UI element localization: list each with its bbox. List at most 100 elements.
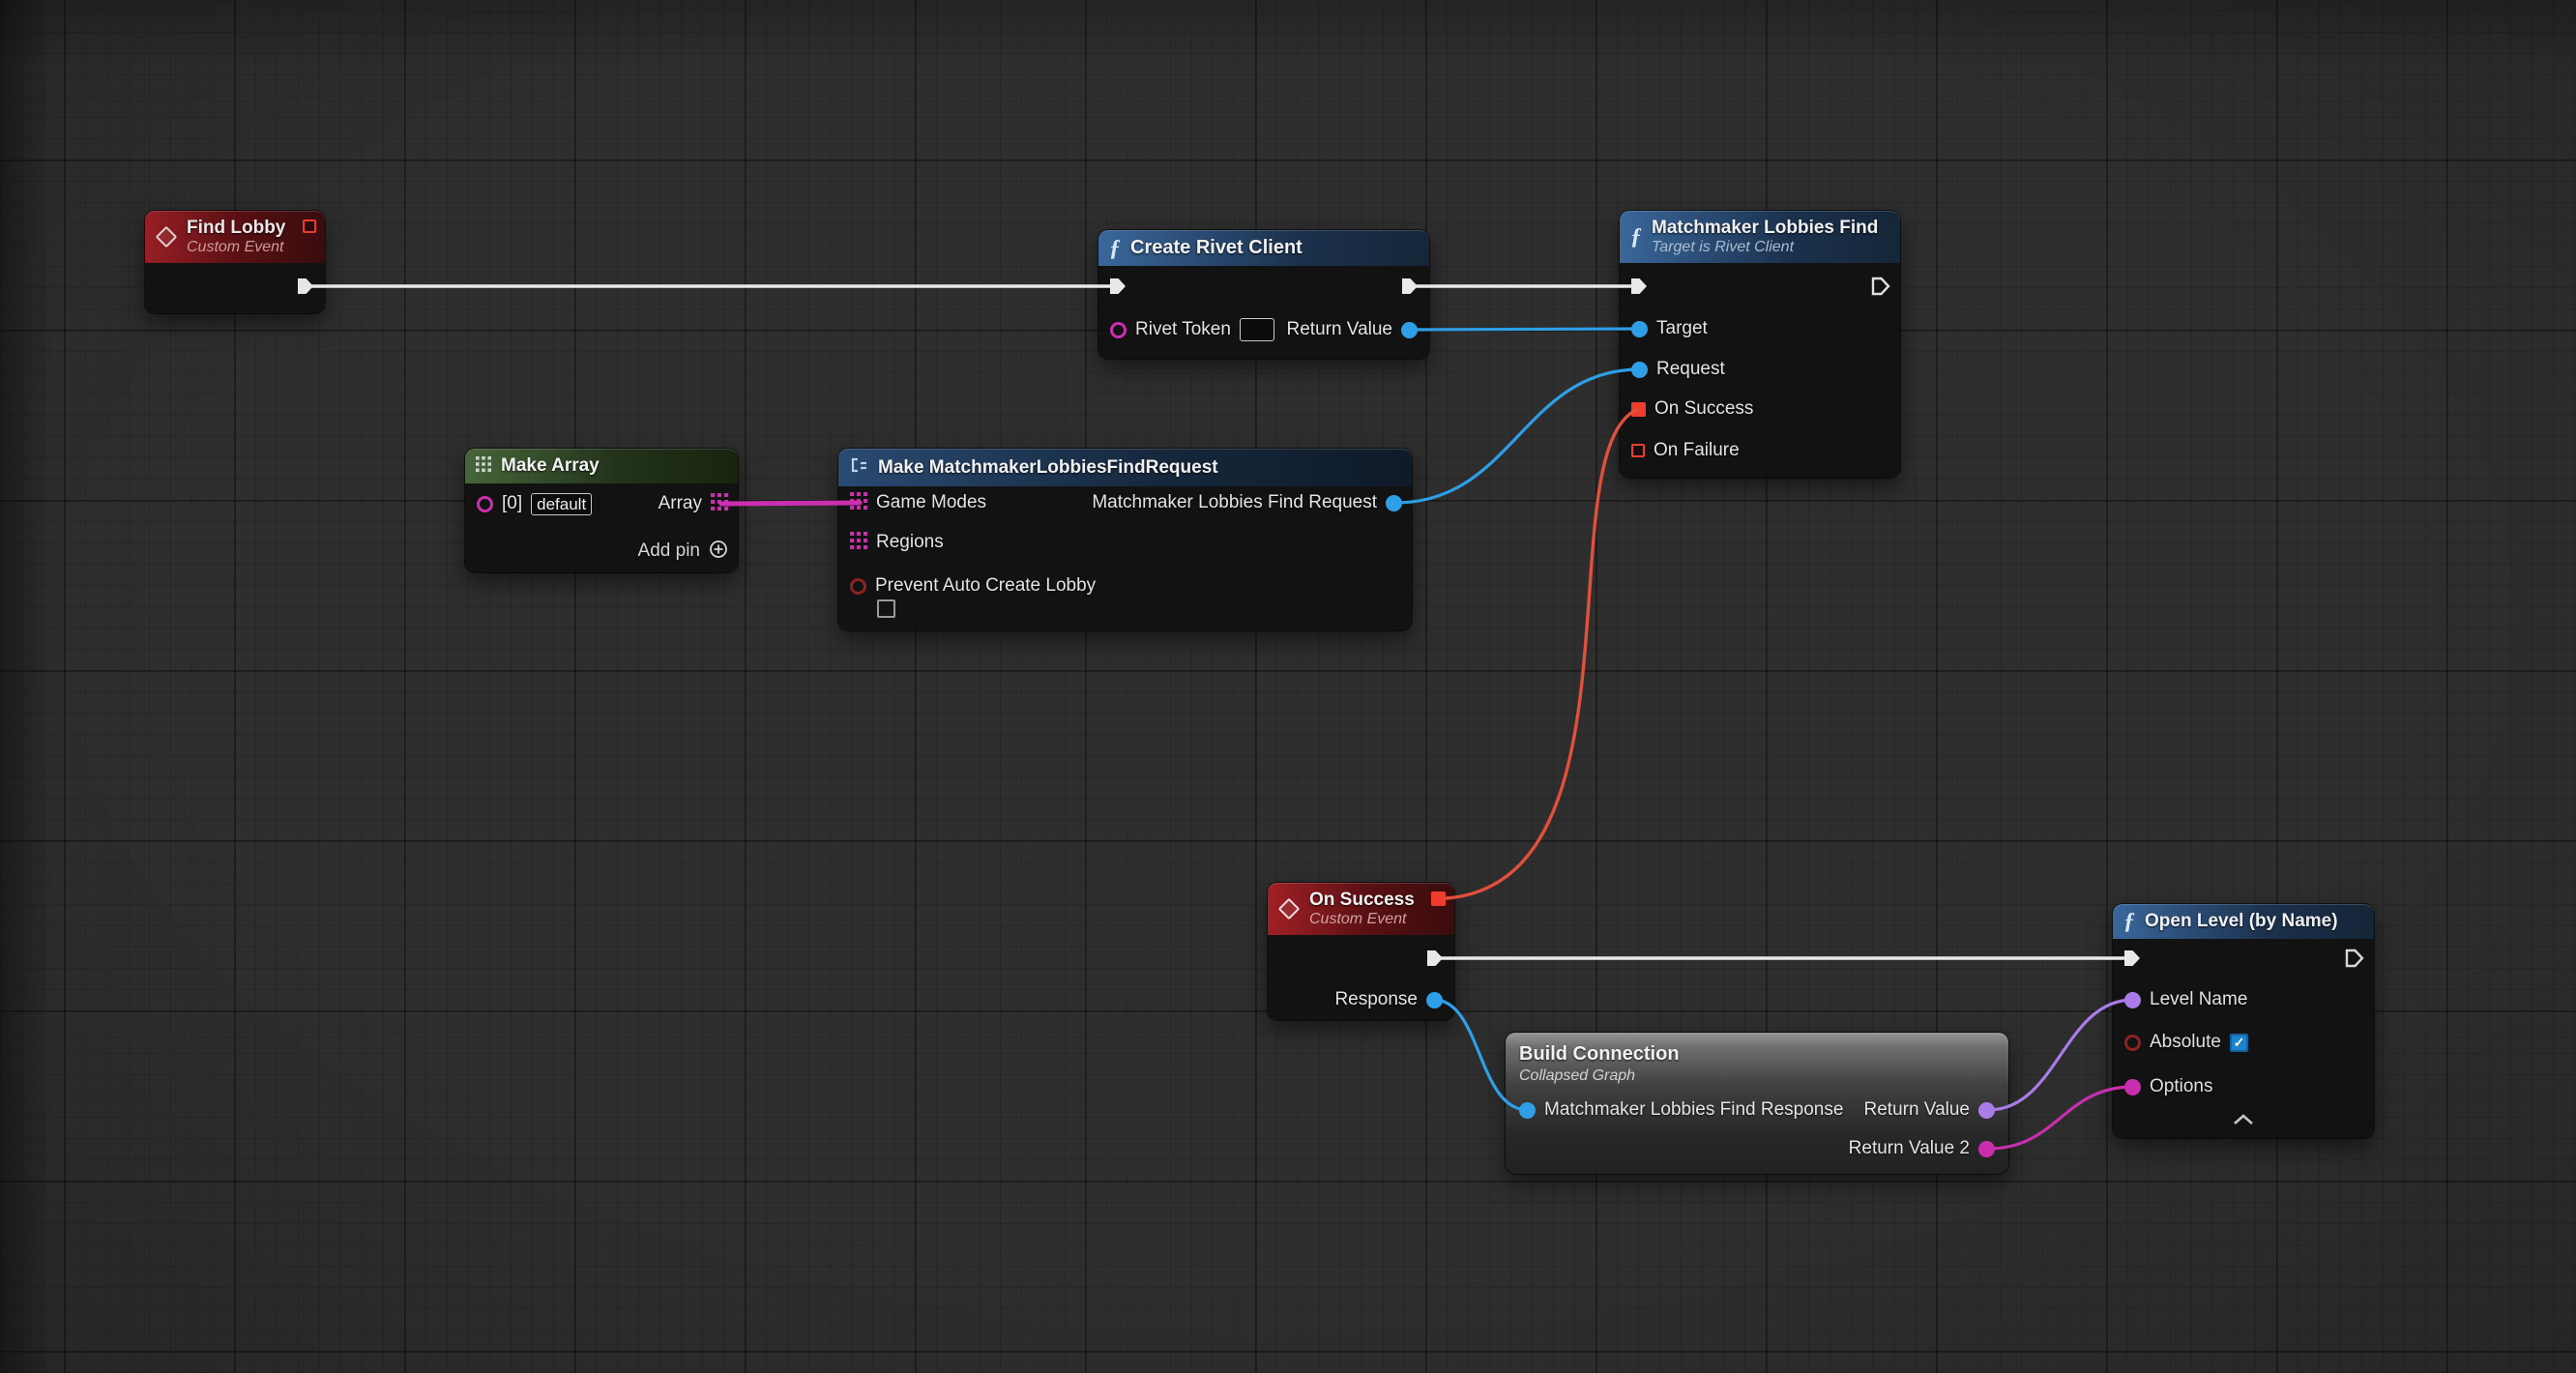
- pin-row-return-value: Return Value: [1287, 317, 1419, 342]
- bool-pin[interactable]: [2124, 1035, 2141, 1051]
- node-find-lobby[interactable]: Find Lobby Custom Event: [145, 211, 325, 313]
- node-build-connection[interactable]: Build Connection Collapsed Graph Matchma…: [1506, 1033, 2008, 1174]
- prevent-checkbox[interactable]: [877, 599, 895, 618]
- delegate-pin[interactable]: [1631, 444, 1645, 457]
- add-pin-icon[interactable]: [709, 540, 728, 564]
- exec-out-pin[interactable]: [1398, 275, 1421, 298]
- string-pin[interactable]: [1978, 1141, 1995, 1157]
- node-create-rivet-client[interactable]: Create Rivet Client Rivet Token Return V…: [1098, 230, 1429, 359]
- node-header[interactable]: Build Connection Collapsed Graph: [1506, 1033, 2008, 1086]
- name-pin[interactable]: [1978, 1102, 1995, 1119]
- pin-label: Return Value 2: [1849, 1138, 1970, 1159]
- pin-label: Options: [2150, 1076, 2212, 1097]
- pin-row-level-name: Level Name: [2124, 987, 2247, 1012]
- object-pin[interactable]: [1631, 362, 1648, 378]
- array-pin[interactable]: [850, 492, 867, 514]
- node-subtitle: Custom Event: [1309, 911, 1415, 928]
- function-icon: [2123, 912, 2135, 931]
- node-make-array[interactable]: Make Array [0] default Array Add pin: [465, 449, 738, 572]
- pin-row-target: Target: [1631, 316, 1708, 341]
- name-pin[interactable]: [2124, 992, 2141, 1008]
- object-pin[interactable]: [1519, 1102, 1536, 1119]
- pin-row-rivet-token: Rivet Token: [1110, 317, 1274, 342]
- pin-label: Level Name: [2150, 989, 2247, 1010]
- add-pin-label: Add pin: [638, 540, 700, 562]
- node-title: Find Lobby: [187, 218, 285, 239]
- array-icon: [476, 456, 491, 477]
- struct-pin[interactable]: [1386, 495, 1402, 511]
- pin-label: Matchmaker Lobbies Find Request: [1092, 492, 1377, 513]
- wire-layer: [0, 0, 2576, 1373]
- wire-delegate-onsuccess[interactable]: [1447, 410, 1636, 898]
- pin-label: [0]: [502, 493, 522, 514]
- node-title: Matchmaker Lobbies Find: [1652, 218, 1878, 239]
- node-header[interactable]: Make MatchmakerLobbiesFindRequest: [838, 449, 1412, 486]
- string-pin[interactable]: [2124, 1079, 2141, 1095]
- exec-out-pin[interactable]: [1869, 275, 1892, 298]
- exec-in-pin[interactable]: [1106, 275, 1129, 298]
- node-matchmaker-lobbies-find[interactable]: Matchmaker Lobbies Find Target is Rivet …: [1620, 211, 1900, 478]
- node-header[interactable]: Open Level (by Name): [2113, 904, 2374, 939]
- exec-in-pin[interactable]: [2121, 947, 2144, 970]
- pin-label: Response: [1334, 989, 1418, 1010]
- pin-label: Matchmaker Lobbies Find Response: [1544, 1099, 1843, 1121]
- add-pin-button[interactable]: Add pin: [638, 539, 728, 564]
- function-icon: [1109, 239, 1121, 258]
- delegate-pin[interactable]: [1631, 402, 1646, 417]
- node-header[interactable]: Find Lobby Custom Event: [145, 211, 325, 263]
- node-subtitle: Custom Event: [187, 239, 285, 256]
- node-title: Build Connection: [1519, 1042, 1995, 1066]
- pin-label: Request: [1656, 359, 1725, 380]
- pin-label: On Success: [1654, 398, 1753, 420]
- pin-row-response-in: Matchmaker Lobbies Find Response: [1519, 1097, 1843, 1123]
- node-header[interactable]: On Success Custom Event: [1268, 883, 1454, 935]
- pin-label: Return Value: [1287, 319, 1393, 340]
- wire-findrequest-request[interactable]: [1395, 369, 1640, 503]
- delegate-output-pin[interactable]: [303, 219, 316, 233]
- exec-out-pin[interactable]: [2343, 947, 2366, 970]
- node-title: Make Array: [501, 455, 600, 477]
- custom-event-icon: [1278, 898, 1301, 920]
- custom-event-icon: [156, 226, 178, 248]
- node-title: Create Rivet Client: [1130, 237, 1303, 259]
- blueprint-canvas[interactable]: { "canvas": {"width": 2664, "height": 14…: [0, 0, 2576, 1373]
- pin-row-regions: Regions: [850, 530, 944, 555]
- node-subtitle: Collapsed Graph: [1519, 1066, 1995, 1086]
- pin-row-on-failure: On Failure: [1631, 438, 1740, 463]
- node-header[interactable]: Create Rivet Client: [1098, 230, 1429, 266]
- node-header[interactable]: Matchmaker Lobbies Find Target is Rivet …: [1620, 211, 1900, 263]
- wire-returnvalue2-options[interactable]: [1988, 1087, 2133, 1149]
- array-element-pin[interactable]: [477, 496, 493, 512]
- prevent-checkbox-row: [877, 596, 895, 621]
- node-header[interactable]: Make Array: [465, 449, 738, 483]
- rivet-token-field[interactable]: [1240, 318, 1274, 341]
- wire-returnvalue-levelname[interactable]: [1988, 1000, 2133, 1110]
- pin-label: On Failure: [1654, 440, 1740, 461]
- wire-returnvalue-target[interactable]: [1407, 329, 1640, 330]
- pin-label: Regions: [876, 532, 944, 553]
- node-subtitle: Target is Rivet Client: [1652, 239, 1878, 256]
- node-make-matchmakerlobbiesfindrequest[interactable]: Make MatchmakerLobbiesFindRequest Game M…: [838, 449, 1412, 630]
- array-pin[interactable]: [711, 493, 728, 515]
- delegate-output-pin[interactable]: [1431, 891, 1446, 906]
- exec-out-pin[interactable]: [294, 275, 317, 298]
- exec-in-pin[interactable]: [1627, 275, 1651, 298]
- pin-label: Game Modes: [876, 492, 986, 513]
- array-pin[interactable]: [850, 532, 867, 554]
- bool-pin[interactable]: [850, 578, 866, 595]
- collapse-chevron-icon[interactable]: [2231, 1113, 2256, 1131]
- pin-row-array-out: Array: [659, 491, 728, 516]
- node-open-level[interactable]: Open Level (by Name) Level Name Absolute…: [2113, 904, 2374, 1138]
- node-on-success-event[interactable]: On Success Custom Event Response: [1268, 883, 1454, 1020]
- object-pin[interactable]: [1426, 992, 1443, 1008]
- node-title: Make MatchmakerLobbiesFindRequest: [878, 457, 1218, 479]
- exec-out-pin[interactable]: [1423, 947, 1447, 970]
- object-pin[interactable]: [1401, 322, 1418, 338]
- function-icon: [1630, 227, 1642, 247]
- object-pin[interactable]: [1631, 321, 1648, 337]
- absolute-checkbox[interactable]: [2230, 1034, 2248, 1052]
- string-pin[interactable]: [1110, 322, 1127, 338]
- element0-field[interactable]: default: [531, 493, 592, 515]
- pin-row-absolute: Absolute: [2124, 1030, 2248, 1055]
- pin-label: Prevent Auto Create Lobby: [875, 575, 1096, 597]
